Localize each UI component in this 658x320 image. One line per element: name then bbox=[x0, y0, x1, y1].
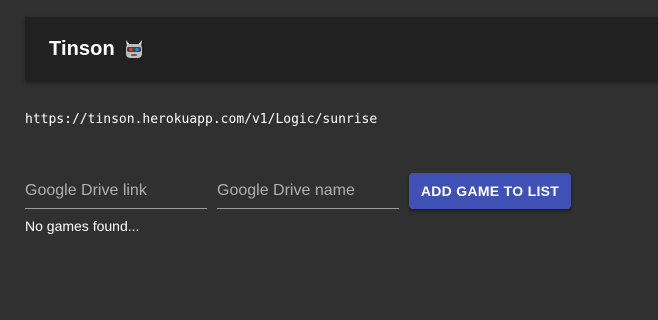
drive-link-input[interactable] bbox=[25, 176, 207, 206]
drive-link-field[interactable] bbox=[25, 176, 207, 209]
app-bar: Tinson bbox=[25, 17, 658, 81]
api-url: https://tinson.herokuapp.com/v1/Logic/su… bbox=[25, 112, 378, 127]
drive-name-field[interactable] bbox=[217, 176, 399, 209]
robot-devil-icon bbox=[123, 38, 145, 60]
add-game-button[interactable]: ADD GAME TO LIST bbox=[409, 173, 571, 209]
empty-games-message: No games found... bbox=[25, 218, 140, 234]
app-title: Tinson bbox=[49, 37, 115, 60]
drive-name-input[interactable] bbox=[217, 176, 399, 206]
